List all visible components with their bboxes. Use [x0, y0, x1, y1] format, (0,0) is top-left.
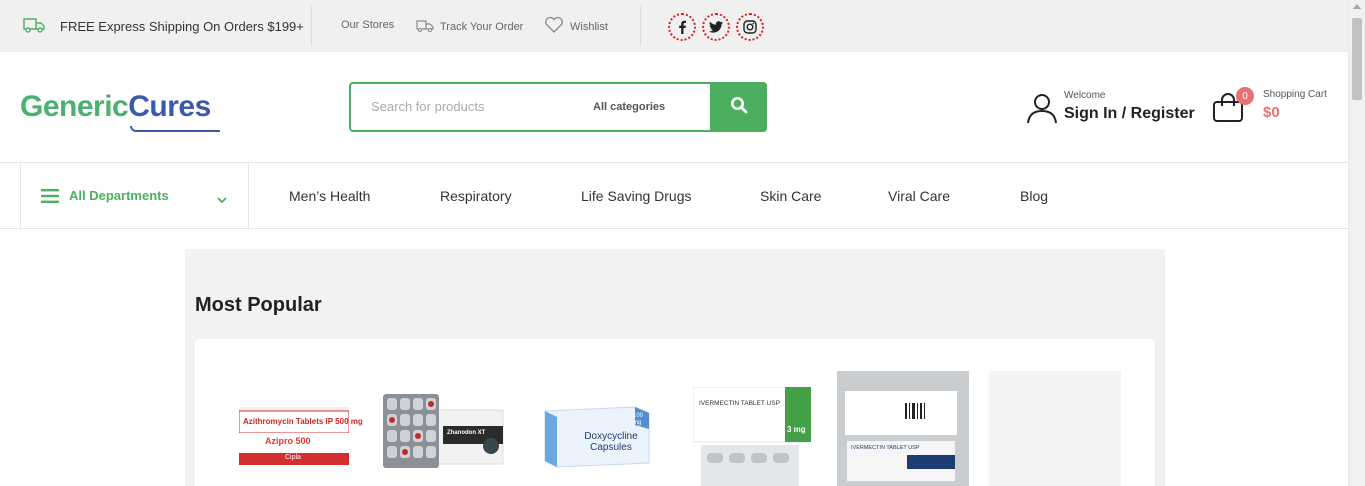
facebook-icon[interactable]	[668, 13, 696, 41]
product-image-placeholder[interactable]	[989, 371, 1121, 486]
product-box-text: Azithromycin Tablets IP 500 mg	[243, 417, 363, 426]
product-image-blister-pack[interactable]: Zhanodon XT	[383, 392, 505, 470]
heart-icon	[544, 16, 564, 37]
site-logo[interactable]: GenericCures	[20, 90, 211, 124]
scroll-up-arrow-icon[interactable]	[1353, 4, 1361, 9]
divider	[640, 6, 641, 46]
nav-mens-health[interactable]: Men’s Health	[289, 188, 370, 204]
truck-icon	[22, 16, 46, 37]
all-departments-label: All Departments	[69, 188, 169, 203]
nav-life-saving-drugs[interactable]: Life Saving Drugs	[581, 188, 692, 204]
product-box-text: Zhanodon XT	[447, 430, 486, 436]
search-input[interactable]: Search for products	[371, 99, 484, 114]
delivery-truck-icon	[416, 19, 434, 35]
scrollbar-thumb[interactable]	[1352, 18, 1362, 100]
product-maker: Cipla	[285, 454, 301, 461]
track-order-label: Track Your Order	[440, 21, 524, 33]
section-title: Most Popular	[195, 294, 322, 316]
cart-count-badge: 0	[1236, 87, 1254, 105]
nav-blog[interactable]: Blog	[1020, 188, 1048, 204]
product-brand: Azipro 500	[265, 436, 311, 446]
product-image-ivermectin-3mg[interactable]: IVERMECTIN TABLET USP 3 mg	[692, 386, 812, 486]
chevron-down-icon	[217, 191, 227, 209]
cart-label: Shopping Cart	[1263, 89, 1327, 100]
logo-text-cures: Cures	[128, 90, 211, 123]
wishlist-label: Wishlist	[570, 20, 608, 33]
track-order-link[interactable]: Track Your Order	[416, 19, 523, 35]
nav-skin-care[interactable]: Skin Care	[760, 188, 821, 204]
category-select[interactable]: All categories	[593, 101, 665, 113]
most-popular-section: Most Popular Azithromycin Tablets IP 500…	[185, 249, 1165, 486]
welcome-label: Welcome	[1064, 90, 1106, 101]
logo-stethoscope-line	[130, 126, 220, 132]
sign-in-register-link[interactable]: Sign In / Register	[1064, 105, 1195, 123]
product-strength: 100 mg	[633, 413, 644, 426]
search-button[interactable]	[710, 82, 767, 132]
shipping-text: FREE Express Shipping On Orders $199+	[60, 19, 304, 34]
product-strength: 3 mg	[787, 425, 806, 434]
twitter-icon[interactable]	[702, 13, 730, 41]
logo-text-generic: Generic	[20, 90, 129, 123]
product-image-ivermectin-box[interactable]: IVERMECTIN TABLET USP	[837, 371, 969, 486]
product-image-doxycycline[interactable]: Doxycycline Capsules 100 mg	[543, 405, 651, 469]
user-icon	[1026, 92, 1058, 129]
shipping-notice: FREE Express Shipping On Orders $199+	[22, 16, 304, 37]
product-box-text: IVERMECTIN TABLET USP	[699, 400, 780, 407]
product-image-azipro[interactable]: Azithromycin Tablets IP 500 mg Azipro 50…	[238, 407, 363, 465]
product-box-text: IVERMECTIN TABLET USP	[851, 445, 920, 451]
wishlist-link[interactable]: Wishlist	[544, 16, 608, 37]
product-carousel: Azithromycin Tablets IP 500 mg Azipro 50…	[195, 339, 1155, 486]
product-box-text: Doxycycline Capsules	[584, 431, 638, 453]
divider	[311, 6, 312, 46]
nav-respiratory[interactable]: Respiratory	[440, 188, 512, 204]
our-stores-link[interactable]: Our Stores	[341, 19, 394, 31]
all-departments-menu[interactable]: All Departments	[20, 163, 249, 228]
page-scrollbar[interactable]	[1348, 0, 1365, 486]
nav-divider	[0, 228, 1348, 229]
instagram-icon[interactable]	[736, 13, 764, 41]
our-stores-label: Our Stores	[341, 19, 395, 31]
nav-viral-care[interactable]: Viral Care	[888, 188, 950, 204]
cart-total: $0	[1263, 104, 1280, 121]
search-bar: Search for products All categories	[349, 82, 767, 132]
hamburger-menu-icon	[41, 188, 59, 209]
top-bar: FREE Express Shipping On Orders $199+ Ou…	[0, 0, 1348, 52]
search-icon	[730, 96, 748, 119]
